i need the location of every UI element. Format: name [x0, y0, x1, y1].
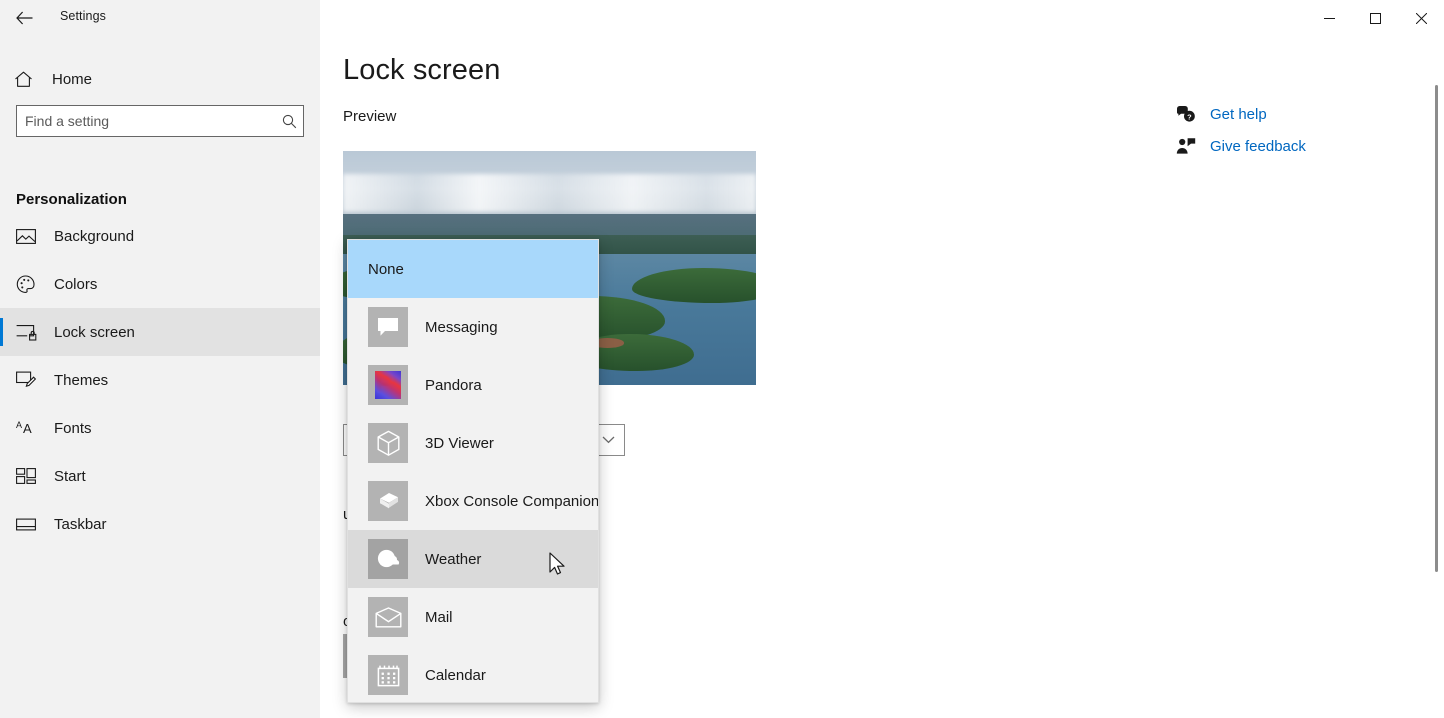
close-icon [1415, 12, 1427, 24]
give-feedback-link[interactable]: Give feedback [1176, 130, 1416, 162]
back-arrow-icon [15, 11, 32, 25]
back-button[interactable] [8, 2, 40, 34]
window-controls [1306, 0, 1444, 36]
sidebar-item-colors-label: Colors [54, 275, 98, 293]
dropdown-option-calendar[interactable]: Calendar [348, 646, 598, 702]
dropdown-option-xbox-console-companion[interactable]: Xbox Console Companion [348, 472, 598, 530]
sidebar-section-header: Personalization [16, 191, 127, 208]
help-links: ? Get help Give feedback [1176, 98, 1416, 162]
minimize-icon [1323, 17, 1335, 19]
taskbar-icon [16, 517, 46, 532]
mouse-cursor [549, 552, 566, 582]
sidebar-item-start-label: Start [54, 467, 86, 485]
dropdown-option-label: 3D Viewer [425, 434, 494, 452]
title-bar: Settings [0, 0, 1444, 36]
svg-text:?: ? [1187, 112, 1192, 121]
calendar-icon [368, 655, 408, 695]
sidebar-item-home-label: Home [52, 70, 93, 88]
svg-text:A: A [23, 421, 32, 436]
sidebar-nav-list: Background Colors Lock screen Themes A A… [0, 212, 320, 548]
search-icon[interactable] [275, 114, 303, 129]
app-selection-dropdown[interactable]: None Messaging P Pandora 3D Viewer Xbox … [347, 239, 599, 703]
dropdown-option-label: Mail [425, 608, 453, 626]
page-title: Lock screen [343, 54, 501, 86]
chevron-down-icon [602, 436, 615, 444]
dropdown-option-mail[interactable]: Mail [348, 588, 598, 646]
help-question-icon: ? [1176, 105, 1210, 123]
search-input[interactable] [17, 106, 275, 136]
palette-icon [16, 274, 46, 294]
dropdown-option-label: Pandora [425, 376, 482, 394]
brush-icon [16, 371, 46, 389]
dropdown-option-label: Weather [425, 550, 482, 568]
dropdown-option-messaging[interactable]: Messaging [348, 298, 598, 356]
sidebar-item-themes-label: Themes [54, 371, 109, 389]
preview-label: Preview [343, 108, 397, 125]
dropdown-option-label: Xbox Console Companion [425, 492, 599, 510]
home-icon [14, 71, 42, 88]
sidebar-item-colors[interactable]: Colors [0, 260, 320, 308]
search-box[interactable] [16, 105, 304, 137]
dropdown-option-label: Calendar [425, 666, 486, 684]
sidebar-item-fonts[interactable]: A A Fonts [0, 404, 320, 452]
scrollbar-thumb[interactable] [1435, 85, 1438, 572]
sidebar-item-taskbar[interactable]: Taskbar [0, 500, 320, 548]
sidebar-item-themes[interactable]: Themes [0, 356, 320, 404]
close-button[interactable] [1398, 0, 1444, 36]
weather-icon [368, 539, 408, 579]
give-feedback-label: Give feedback [1210, 137, 1306, 155]
pandora-icon: P [368, 365, 408, 405]
title-bar-left-zone [0, 0, 320, 36]
sidebar: Home Personalization Backgroun [0, 36, 320, 718]
mail-icon [368, 597, 408, 637]
dropdown-option-pandora[interactable]: P Pandora [348, 356, 598, 414]
sidebar-item-start[interactable]: Start [0, 452, 320, 500]
messaging-icon [368, 307, 408, 347]
sidebar-item-fonts-label: Fonts [54, 419, 92, 437]
sidebar-item-taskbar-label: Taskbar [54, 515, 107, 533]
maximize-icon [1369, 12, 1381, 24]
sidebar-item-lock-screen[interactable]: Lock screen [0, 308, 320, 356]
sidebar-item-lock-screen-label: Lock screen [54, 323, 135, 341]
dropdown-option-label: Messaging [425, 318, 498, 336]
dropdown-option-3d-viewer[interactable]: 3D Viewer [348, 414, 598, 472]
feedback-person-icon [1176, 137, 1210, 155]
sidebar-item-background[interactable]: Background [0, 212, 320, 260]
settings-window: Settings Home Find a setting Personaliza… [0, 0, 1444, 718]
maximize-button[interactable] [1352, 0, 1398, 36]
get-help-label: Get help [1210, 105, 1267, 123]
dropdown-option-none[interactable]: None [348, 240, 598, 298]
xbox-icon [368, 481, 408, 521]
sidebar-item-home[interactable]: Home [0, 60, 320, 98]
get-help-link[interactable]: ? Get help [1176, 98, 1416, 130]
vertical-scrollbar[interactable] [1428, 36, 1444, 718]
app-title: Settings [60, 9, 106, 23]
start-tiles-icon [16, 468, 46, 484]
fonts-icon: A A [16, 419, 46, 437]
svg-text:A: A [16, 420, 22, 430]
image-icon [16, 228, 46, 245]
minimize-button[interactable] [1306, 0, 1352, 36]
cube-icon [368, 423, 408, 463]
dropdown-option-label: None [368, 260, 404, 278]
sidebar-item-background-label: Background [54, 227, 135, 245]
lock-screen-icon [16, 324, 46, 341]
